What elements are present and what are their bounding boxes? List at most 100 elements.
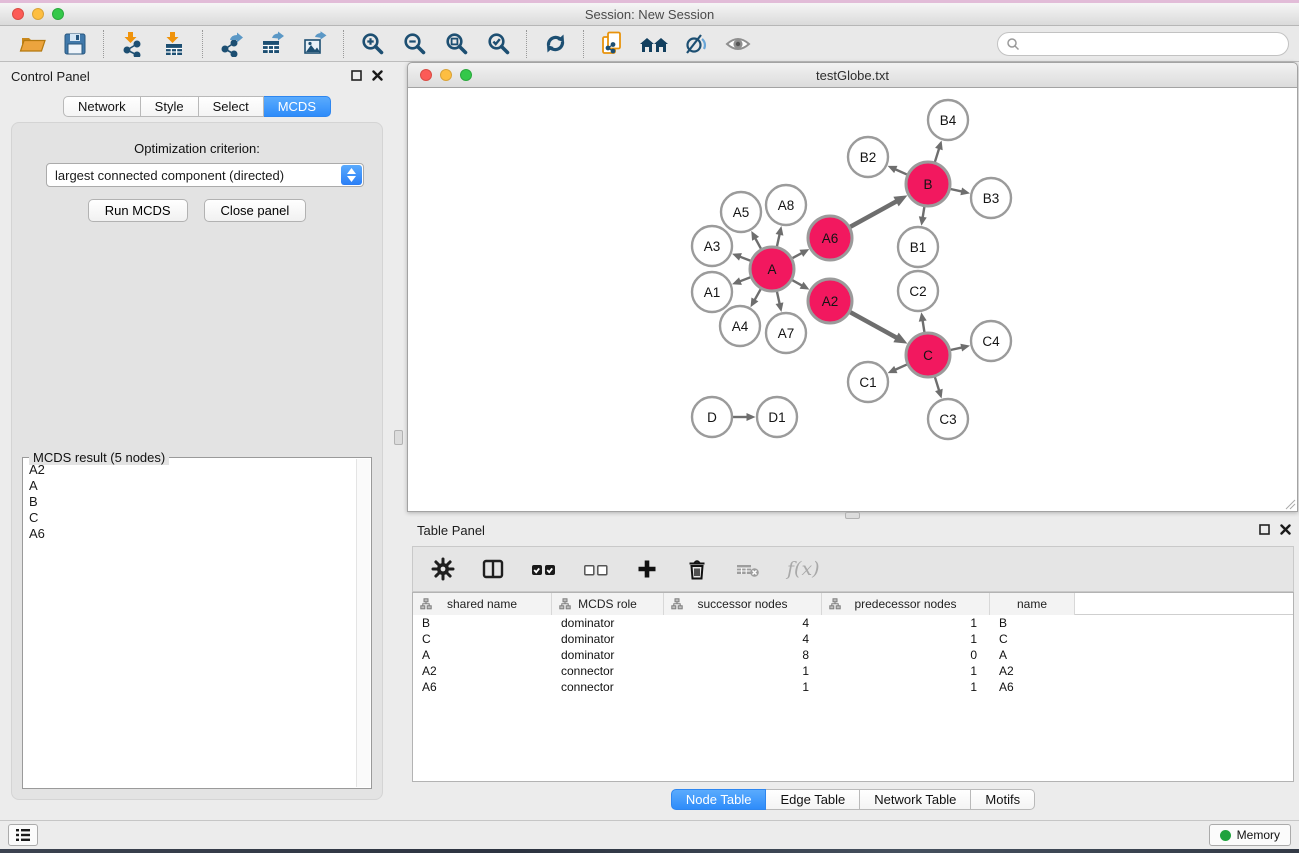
edge-A-A1[interactable] [740,277,751,281]
node-table: shared nameMCDS rolesuccessor nodesprede… [412,592,1294,782]
edge-C-C2[interactable] [923,320,925,332]
edge-A-A7[interactable] [777,291,780,304]
tab-style[interactable]: Style [141,96,199,117]
add-column-icon[interactable] [635,557,659,581]
tab-edge-table[interactable]: Edge Table [766,789,860,810]
table-row[interactable]: A6connector11A6 [413,679,1293,695]
tab-motifs[interactable]: Motifs [971,789,1035,810]
refresh-layout-button[interactable] [534,28,576,60]
delete-column-icon[interactable] [685,557,709,581]
search-input[interactable] [1020,34,1288,54]
export-image-button[interactable] [294,28,336,60]
zoom-out-icon [402,31,427,56]
mcds-result-item[interactable]: C [24,510,355,526]
task-history-button[interactable] [8,824,38,846]
float-panel-icon[interactable] [351,70,362,81]
memory-status-dot [1220,830,1231,841]
export-image-icon [302,31,328,57]
run-mcds-button[interactable]: Run MCDS [88,199,188,222]
close-panel-icon[interactable] [1280,524,1291,535]
close-panel-icon[interactable] [372,70,383,81]
column-header-MCDS-role[interactable]: MCDS role [552,593,664,615]
export-network-button[interactable] [210,28,252,60]
open-file-button[interactable] [12,28,54,60]
vertical-split-gripper[interactable] [394,430,403,445]
tab-network-table[interactable]: Network Table [860,789,971,810]
search-box[interactable] [997,32,1289,56]
table-cell: A2 [413,663,552,679]
column-header-predecessor-nodes[interactable]: predecessor nodes [822,593,990,615]
table-cell: A6 [990,679,1075,695]
close-panel-button[interactable]: Close panel [204,199,307,222]
zoom-out-button[interactable] [393,28,435,60]
column-header-name[interactable]: name [990,593,1075,615]
table-row[interactable]: A2connector11A2 [413,663,1293,679]
tab-mcds[interactable]: MCDS [264,96,331,117]
table-cell: 4 [664,631,822,647]
edge-A-A2[interactable] [792,280,802,286]
horizontal-split-gripper[interactable] [845,512,860,519]
network-window-titlebar[interactable]: testGlobe.txt [407,62,1298,88]
graph-node-label: A7 [778,326,795,341]
column-header-successor-nodes[interactable]: successor nodes [664,593,822,615]
graph-node-label: B1 [910,240,927,255]
edge-A-A4[interactable] [754,289,760,300]
toggle-graphics-details-button[interactable] [675,28,717,60]
tab-network[interactable]: Network [63,96,141,117]
zoom-fit-button[interactable] [435,28,477,60]
eye-icon [724,33,752,55]
result-scrollbar[interactable] [356,459,370,787]
edge-A-A3[interactable] [740,257,751,261]
new-network-from-selection-button[interactable] [591,28,633,60]
show-hide-eye-button[interactable] [717,28,759,60]
save-session-button[interactable] [54,28,96,60]
graph-node-label: B3 [983,191,1000,206]
table-cell: A [413,647,552,663]
edge-B-B3[interactable] [950,189,962,192]
zoom-in-button[interactable] [351,28,393,60]
edge-C-C4[interactable] [950,347,962,350]
import-network-button[interactable] [111,28,153,60]
edge-A6-B[interactable] [850,201,897,227]
table-row[interactable]: Bdominator41B [413,615,1293,631]
mcds-result-item[interactable]: A2 [24,462,355,478]
split-columns-icon[interactable] [481,557,505,581]
zoom-selected-button[interactable] [477,28,519,60]
edge-B-B1[interactable] [923,207,925,218]
column-header-shared-name[interactable]: shared name [413,593,552,615]
edge-C-C1[interactable] [895,364,907,369]
delete-table-icon[interactable] [735,557,761,581]
edge-B-B4[interactable] [935,148,939,162]
deselect-all-checkboxes-icon[interactable] [583,557,609,581]
mcds-result-item[interactable]: A [24,478,355,494]
resize-corner-icon[interactable] [1284,498,1296,510]
export-table-button[interactable] [252,28,294,60]
edge-B-B2[interactable] [895,169,907,174]
zoom-selected-icon [486,31,511,56]
table-toolbar: f(x) [412,546,1294,592]
edge-A2-C[interactable] [850,312,897,338]
tab-node-table[interactable]: Node Table [671,789,767,810]
select-all-checkboxes-icon[interactable] [531,557,557,581]
edge-A-A6[interactable] [792,253,802,258]
table-cell: 4 [664,615,822,631]
toolbar-separator [583,30,584,58]
table-row[interactable]: Cdominator41C [413,631,1293,647]
edge-C-C3[interactable] [935,377,939,391]
edge-A-A5[interactable] [755,238,761,249]
network-canvas[interactable]: B4B2BB3A5A8A6A3B1AA1C2A2A4A7C4CC1C3DD1 [407,88,1298,512]
gear-icon[interactable] [431,557,455,581]
table-row[interactable]: Adominator80A [413,647,1293,663]
edge-A-A8[interactable] [777,234,780,247]
tab-select[interactable]: Select [199,96,264,117]
mcds-result-item[interactable]: B [24,494,355,510]
memory-button[interactable]: Memory [1209,824,1291,846]
float-panel-icon[interactable] [1259,524,1270,535]
home-views-button[interactable] [633,28,675,60]
mcds-result-item[interactable]: A6 [24,526,355,542]
criterion-select[interactable]: largest connected component (directed) [46,163,364,187]
table-cell: 1 [822,615,990,631]
network-graph[interactable]: B4B2BB3A5A8A6A3B1AA1C2A2A4A7C4CC1C3DD1 [408,88,1297,510]
function-builder-button[interactable]: f(x) [787,558,820,580]
import-table-button[interactable] [153,28,195,60]
